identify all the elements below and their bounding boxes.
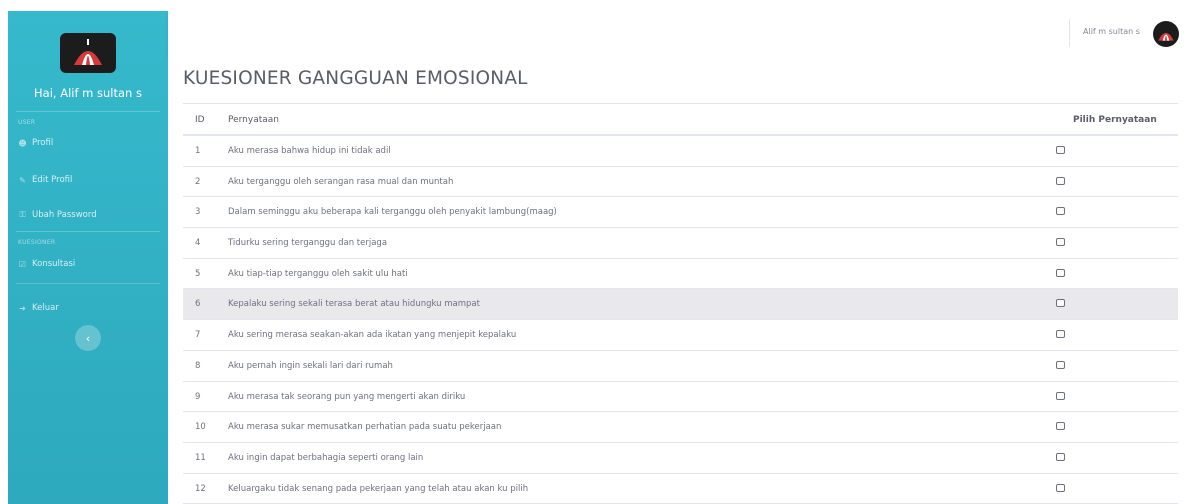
row-id: 5 bbox=[195, 268, 201, 279]
topbar-divider bbox=[1069, 19, 1070, 47]
row-id: 4 bbox=[195, 238, 201, 249]
sidebar-item-label: Profil bbox=[32, 138, 54, 148]
sidebar-item-edit-profile[interactable]: ✎ Edit Profil bbox=[18, 175, 72, 185]
row-statement: Aku merasa sukar memusatkan perhatian pa… bbox=[228, 422, 502, 433]
divider bbox=[16, 283, 160, 284]
sidebar-greeting: Hai, Alif m sultan s bbox=[34, 86, 142, 100]
row-statement: Dalam seminggu aku beberapa kali tergang… bbox=[228, 207, 557, 218]
statement-checkbox[interactable] bbox=[1056, 483, 1065, 492]
table-row: 4 Tidurku sering terganggu dan terjaga bbox=[183, 228, 1178, 259]
table-row: 8 Aku pernah ingin sekali lari dari ruma… bbox=[183, 351, 1178, 382]
table-row: 1 Aku merasa bahwa hidup ini tidak adil bbox=[183, 136, 1178, 167]
statement-checkbox[interactable] bbox=[1056, 176, 1065, 185]
statement-checkbox[interactable] bbox=[1056, 452, 1065, 461]
row-statement: Aku tiap-tiap terganggu oleh sakit ulu h… bbox=[228, 268, 408, 279]
column-header-pick: Pilih Pernyataan bbox=[1073, 115, 1157, 125]
row-statement: Aku sering merasa seakan-akan ada ikatan… bbox=[228, 330, 517, 341]
topbar: Alif m sultan s bbox=[168, 11, 1197, 55]
sidebar-item-logout[interactable]: ➔ Keluar bbox=[18, 303, 59, 313]
row-id: 6 bbox=[195, 299, 201, 310]
sidebar: Hai, Alif m sultan s USER ☻ Profil ✎ Edi… bbox=[8, 11, 168, 504]
sidebar-item-label: Konsultasi bbox=[32, 259, 76, 269]
topbar-user-name[interactable]: Alif m sultan s bbox=[1083, 27, 1140, 36]
row-statement: Tidurku sering terganggu dan terjaga bbox=[228, 238, 388, 249]
sidebar-item-label: Ubah Password bbox=[32, 210, 97, 220]
row-id: 2 bbox=[195, 176, 201, 187]
table-row: 5 Aku tiap-tiap terganggu oleh sakit ulu… bbox=[183, 259, 1178, 290]
statement-checkbox[interactable] bbox=[1056, 360, 1065, 369]
page-title: KUESIONER GANGGUAN EMOSIONAL bbox=[183, 68, 528, 89]
sidebar-toggle-button[interactable]: ‹ bbox=[75, 325, 101, 351]
avatar bbox=[60, 33, 116, 73]
key-icon: ⚿ bbox=[19, 210, 26, 219]
row-statement: Aku merasa tak seorang pun yang mengerti… bbox=[228, 391, 466, 402]
column-header-statement: Pernyataan bbox=[228, 115, 279, 125]
user-edit-icon: ✎ bbox=[19, 175, 26, 185]
section-label-kuesioner: KUESIONER bbox=[18, 239, 56, 246]
edit-icon: ☑ bbox=[18, 259, 27, 269]
statement-checkbox[interactable] bbox=[1056, 146, 1065, 154]
table-row: 11 Aku ingin dapat berbahagia seperti or… bbox=[183, 443, 1178, 474]
statement-checkbox[interactable] bbox=[1056, 238, 1065, 247]
statement-checkbox[interactable] bbox=[1056, 330, 1065, 339]
statement-checkbox[interactable] bbox=[1056, 207, 1065, 216]
questionnaire-table: ID Pernyataan Pilih Pernyataan 1 Aku mer… bbox=[183, 103, 1178, 504]
circus-tent-icon bbox=[1158, 32, 1174, 41]
user-avatar[interactable] bbox=[1153, 21, 1179, 47]
user-icon: ☻ bbox=[18, 138, 27, 148]
circus-tent-icon bbox=[74, 39, 102, 65]
table-row: 9 Aku merasa tak seorang pun yang menger… bbox=[183, 382, 1178, 413]
row-id: 3 bbox=[195, 207, 201, 218]
row-statement: Keluargaku tidak senang pada pekerjaan y… bbox=[228, 483, 529, 494]
table-header: ID Pernyataan Pilih Pernyataan bbox=[183, 103, 1178, 136]
section-label-user: USER bbox=[18, 119, 36, 126]
table-row: 7 Aku sering merasa seakan-akan ada ikat… bbox=[183, 320, 1178, 351]
table-row-hovered: 6 Kepalaku sering sekali terasa berat at… bbox=[183, 289, 1178, 321]
table-row: 2 Aku terganggu oleh serangan rasa mual … bbox=[183, 167, 1178, 198]
table-row: 12 Keluargaku tidak senang pada pekerjaa… bbox=[183, 474, 1178, 504]
row-id: 7 bbox=[195, 330, 201, 341]
table-row: 10 Aku merasa sukar memusatkan perhatian… bbox=[183, 412, 1178, 443]
sidebar-item-profile[interactable]: ☻ Profil bbox=[18, 138, 53, 148]
statement-checkbox[interactable] bbox=[1056, 299, 1065, 308]
chevron-left-icon: ‹ bbox=[85, 331, 91, 345]
row-id: 9 bbox=[195, 391, 201, 402]
statement-checkbox[interactable] bbox=[1056, 422, 1065, 431]
main-content: KUESIONER GANGGUAN EMOSIONAL ID Pernyata… bbox=[168, 55, 1197, 504]
sidebar-item-label: Edit Profil bbox=[32, 175, 73, 185]
row-id: 8 bbox=[195, 360, 201, 371]
divider bbox=[16, 111, 160, 112]
row-statement: Aku merasa bahwa hidup ini tidak adil bbox=[228, 146, 391, 156]
row-statement: Aku pernah ingin sekali lari dari rumah bbox=[228, 360, 393, 371]
logout-icon: ➔ bbox=[19, 303, 26, 313]
row-id: 1 bbox=[195, 146, 201, 156]
row-statement: Aku ingin dapat berbahagia seperti orang… bbox=[228, 452, 424, 463]
row-statement: Aku terganggu oleh serangan rasa mual da… bbox=[228, 176, 454, 187]
column-header-id: ID bbox=[195, 115, 205, 125]
row-id: 10 bbox=[195, 422, 206, 433]
sidebar-item-consultation[interactable]: ☑ Konsultasi bbox=[18, 259, 75, 269]
row-id: 11 bbox=[195, 452, 206, 463]
statement-checkbox[interactable] bbox=[1056, 268, 1065, 277]
row-id: 12 bbox=[195, 483, 206, 494]
sidebar-item-change-password[interactable]: ⚿ Ubah Password bbox=[18, 210, 97, 220]
table-row: 3 Dalam seminggu aku beberapa kali terga… bbox=[183, 197, 1178, 229]
row-statement: Kepalaku sering sekali terasa berat atau… bbox=[228, 299, 480, 310]
statement-checkbox[interactable] bbox=[1056, 391, 1065, 400]
divider bbox=[16, 231, 160, 232]
sidebar-item-label: Keluar bbox=[32, 303, 59, 313]
